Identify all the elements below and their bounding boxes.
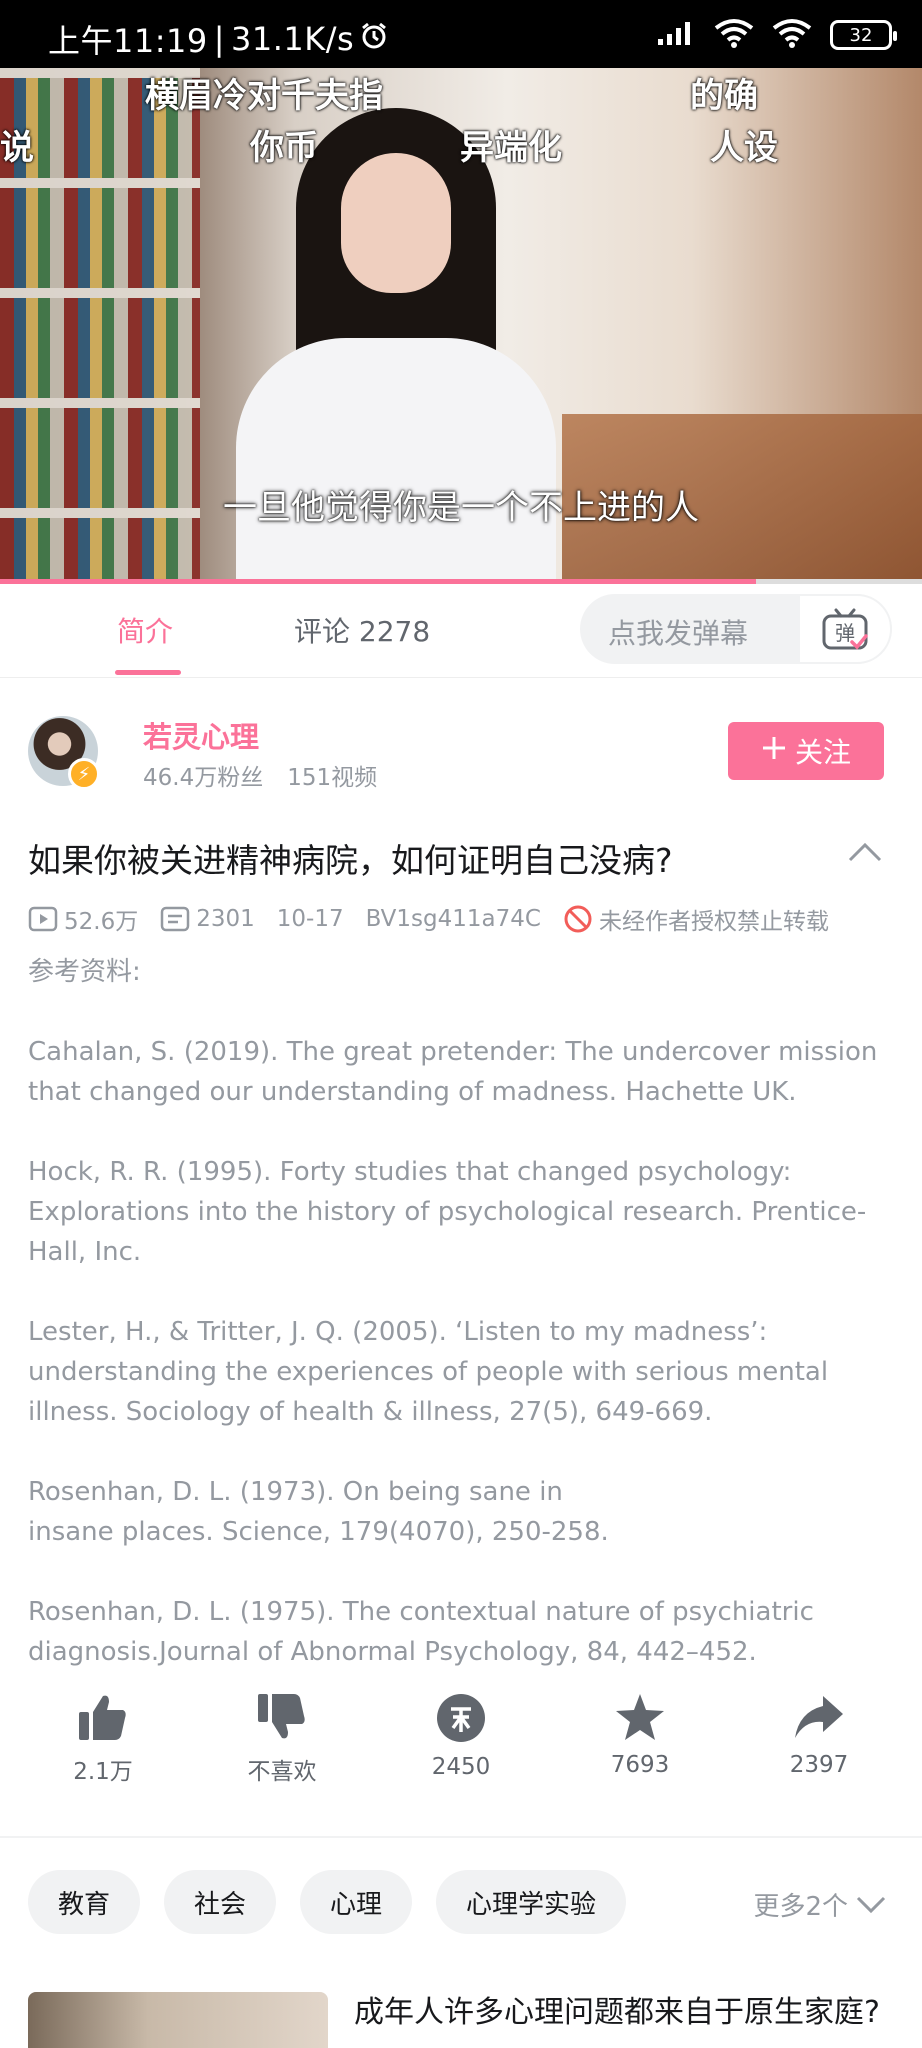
prohibited-icon: [564, 905, 592, 933]
battery-level: 32: [849, 24, 873, 46]
tab-comments[interactable]: 评论 2278: [294, 610, 430, 650]
uploader-video-count: 151视频: [287, 765, 378, 791]
tag-item[interactable]: 心理: [300, 1870, 413, 1934]
danmaku-item: 说: [0, 128, 34, 168]
reference-item: Lester, H., & Tritter, J. Q. (2005). ‘Li…: [28, 1317, 829, 1427]
status-left: 上午11:19 | 31.1K/s: [48, 16, 388, 62]
related-video-title[interactable]: 成年人许多心理问题都来自于原生家庭?: [354, 1992, 894, 2034]
favorite-count: 7693: [610, 1752, 670, 1778]
tab-active-indicator: [115, 670, 181, 675]
thumbs-down-icon: [258, 1694, 305, 1739]
share-button[interactable]: 2397: [764, 1692, 874, 1786]
video-description: 参考资料: Cahalan, S. (2019). The great pret…: [28, 952, 888, 1712]
presenter-shirt: [236, 338, 556, 584]
copyright-notice: 未经作者授权禁止转载: [563, 902, 829, 936]
wifi-icon: [714, 18, 754, 52]
tag-item[interactable]: 社会: [164, 1870, 277, 1934]
danmaku-input[interactable]: 点我发弹幕 弹: [580, 594, 892, 664]
action-bar: 2.1万 不喜欢 2450 7693 2397: [48, 1692, 874, 1786]
chevron-up-icon[interactable]: [848, 842, 882, 866]
coin-count: 2450: [431, 1754, 491, 1780]
verified-badge-icon: ⚡: [68, 758, 100, 790]
video-player[interactable]: 横眉冷对千夫指 的确 说 你币 异端化 人设 一旦他觉得你是一个不上进的人: [0, 68, 922, 584]
view-count: 52.6万: [28, 902, 138, 936]
battery-icon: 32: [830, 20, 897, 50]
status-right: 32: [656, 18, 897, 52]
danmaku-item: 的确: [690, 76, 758, 116]
danmaku-item: 横眉冷对千夫指: [145, 76, 383, 116]
dislike-button[interactable]: 不喜欢: [227, 1692, 337, 1786]
share-icon: [795, 1696, 843, 1738]
video-title: 如果你被关进精神病院，如何证明自己没病?: [28, 841, 673, 880]
section-divider: [0, 1836, 922, 1838]
reference-item: Hock, R. R. (1995). Forty studies that c…: [28, 1157, 867, 1267]
more-tags-button[interactable]: 更多2个: [753, 1886, 886, 1923]
view-count-value: 52.6万: [64, 909, 139, 935]
status-separator: |: [213, 20, 226, 58]
alarm-icon: [360, 20, 388, 58]
follow-label: 关注: [794, 736, 851, 769]
follow-button[interactable]: 关注: [728, 722, 884, 780]
danmaku-tv-icon: 弹: [822, 608, 868, 650]
uploader-name[interactable]: 若灵心理: [143, 714, 259, 756]
danmaku-count: 2301: [160, 906, 255, 932]
thumbs-up-icon: [79, 1695, 126, 1740]
uploader-stats: 46.4万粉丝 151视频: [143, 758, 377, 792]
star-icon: [616, 1694, 664, 1740]
danmaku-input-placeholder: 点我发弹幕: [608, 617, 749, 650]
related-video-thumbnail[interactable]: [28, 1992, 328, 2048]
like-button[interactable]: 2.1万: [48, 1692, 158, 1786]
reference-item: Rosenhan, D. L. (1975). The contextual n…: [28, 1597, 814, 1667]
coin-icon: [437, 1694, 485, 1742]
status-time: 上午11:19: [48, 22, 208, 60]
bvid[interactable]: BV1sg411a74C: [366, 906, 541, 932]
publish-date: 10-17: [276, 906, 344, 932]
plus-icon: [761, 735, 787, 768]
reference-item: Rosenhan, D. L. (1973). On being sane in…: [28, 1477, 609, 1547]
wifi-icon-2: [772, 18, 812, 52]
description-heading: 参考资料:: [28, 957, 141, 987]
copyright-text: 未经作者授权禁止转载: [598, 909, 829, 935]
tab-intro[interactable]: 简介: [117, 610, 173, 650]
play-count-icon: [28, 906, 58, 932]
danmaku-count-icon: [160, 906, 190, 932]
danmaku-item: 人设: [710, 128, 778, 168]
presenter-face: [341, 153, 451, 293]
reference-item: Cahalan, S. (2019). The great pretender:…: [28, 1037, 878, 1107]
status-bar: 上午11:19 | 31.1K/s 32: [0, 0, 922, 68]
danmaku-item: 你币: [250, 128, 318, 168]
more-tags-label: 更多2个: [753, 1892, 848, 1922]
danmaku-toggle-button[interactable]: 弹: [798, 594, 892, 664]
signal-icon: [656, 19, 696, 51]
video-meta: 52.6万 2301 10-17 BV1sg411a74C 未经作者授权禁止转载: [28, 902, 829, 936]
dislike-label: 不喜欢: [247, 1759, 317, 1785]
uploader-fans: 46.4万粉丝: [143, 765, 264, 791]
video-subtitle: 一旦他觉得你是一个不上进的人: [223, 488, 699, 528]
tag-list: 教育 社会 心理 心理学实验: [28, 1870, 627, 1934]
like-count: 2.1万: [73, 1759, 133, 1785]
network-speed: 31.1K/s: [231, 20, 355, 58]
favorite-button[interactable]: 7693: [585, 1692, 695, 1786]
coin-button[interactable]: 2450: [406, 1692, 516, 1786]
danmaku-item: 异端化: [460, 128, 562, 168]
danmaku-count-value: 2301: [196, 906, 255, 932]
tab-bar: 简介 评论 2278 点我发弹幕 弹: [0, 584, 922, 678]
share-count: 2397: [789, 1752, 849, 1778]
chevron-down-icon: [856, 1896, 886, 1913]
tag-item[interactable]: 心理学实验: [436, 1870, 627, 1934]
tag-item[interactable]: 教育: [28, 1870, 141, 1934]
